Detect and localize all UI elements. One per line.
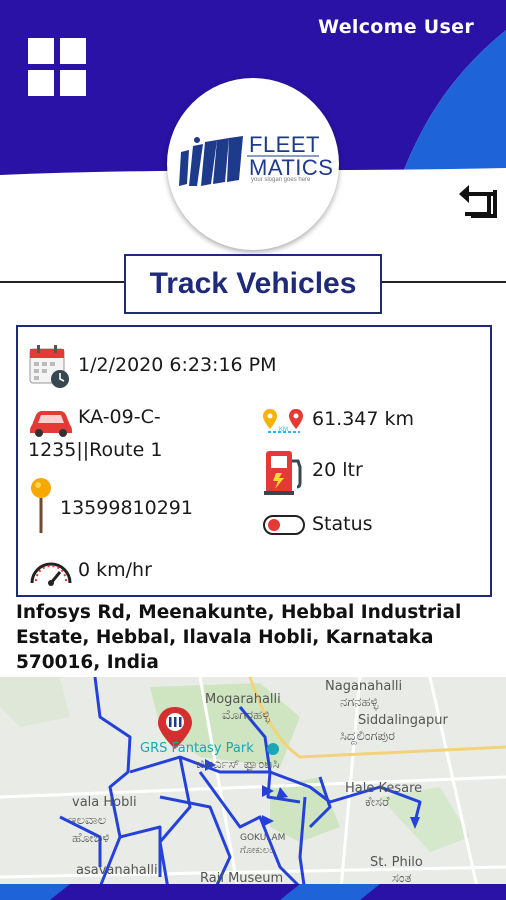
route-map[interactable]: Naganahalli ನಗನಹಳ್ಳಿ Mogarahalli ಮೊಗರಹಳ್… xyxy=(0,677,506,900)
map-label: Siddalingapur xyxy=(358,713,448,728)
plate-route-text: 1235||Route 1 xyxy=(28,439,163,461)
status-toggle-icon[interactable] xyxy=(262,513,306,537)
calendar-clock-icon xyxy=(29,345,69,388)
map-label: ಸಿದ್ದಲಿಂಗಪುರ xyxy=(340,729,396,744)
map-label: vala Hobli xyxy=(72,795,137,810)
status-label: Status xyxy=(312,513,373,535)
map-label: Naganahalli xyxy=(325,679,403,694)
map-label: ಇಲವಾಲ xyxy=(68,813,107,828)
map-label: Hale Kesare xyxy=(345,781,423,796)
menu-grid-button[interactable] xyxy=(28,38,86,96)
distance-text: 61.347 km xyxy=(312,408,415,430)
map-label: ನಗನಹಳ್ಳಿ xyxy=(340,695,379,710)
map-label: GOKULAM xyxy=(240,833,286,843)
speedometer-icon xyxy=(30,562,72,586)
logo-slogan: your slogan goes here xyxy=(251,177,311,183)
map-label: ಜಿಆರ್ಎಸ್ ಫ್ಯಾಂಟಸಿ xyxy=(196,757,280,772)
bottom-bar xyxy=(0,884,506,900)
map-label: ಮೊಗರಹಳ್ಳಿ xyxy=(222,708,270,723)
map-label: ಗೋಕುಲಂ xyxy=(240,845,274,856)
address-text: Infosys Rd, Meenakunte, Hebbal Industria… xyxy=(16,602,462,673)
fuel-text: 20 ltr xyxy=(312,459,363,481)
fuel-pump-icon xyxy=(264,451,302,495)
menu-grid-icon-cell xyxy=(28,70,54,96)
vehicle-info-card: 1/2/2020 6:23:16 PM KA-09-C- 1235||Route… xyxy=(16,325,492,597)
menu-grid-icon-cell xyxy=(60,70,86,96)
phone-pin-icon xyxy=(31,478,51,533)
page-title-box: Track Vehicles xyxy=(124,254,382,314)
map-label: GRS Fantasy Park xyxy=(140,741,254,756)
back-arrow-icon xyxy=(459,185,497,218)
car-icon xyxy=(30,411,72,437)
company-logo: FLEET MATICS your slogan goes here xyxy=(167,78,339,250)
page-title: Track Vehicles xyxy=(149,267,357,300)
plate-line1-text: KA-09-C- xyxy=(78,406,161,428)
map-label: ಕೇಸರೆ xyxy=(365,795,390,810)
menu-grid-icon-cell xyxy=(28,38,54,64)
map-label: Mogarahalli xyxy=(205,692,281,707)
svg-text:KM: KM xyxy=(279,427,288,433)
datetime-text: 1/2/2020 6:23:16 PM xyxy=(78,354,277,376)
welcome-text: Welcome User xyxy=(318,16,474,38)
menu-grid-icon-cell xyxy=(60,38,86,64)
phone-text: 13599810291 xyxy=(60,497,193,519)
speed-text: 0 km/hr xyxy=(78,559,152,581)
distance-pin-icon: KM xyxy=(263,409,303,433)
map-label: ಹೋಬಳಿ xyxy=(72,831,110,846)
map-label: St. Philo xyxy=(370,855,423,870)
back-button[interactable] xyxy=(455,180,501,220)
map-label: asavanahalli xyxy=(76,863,158,878)
